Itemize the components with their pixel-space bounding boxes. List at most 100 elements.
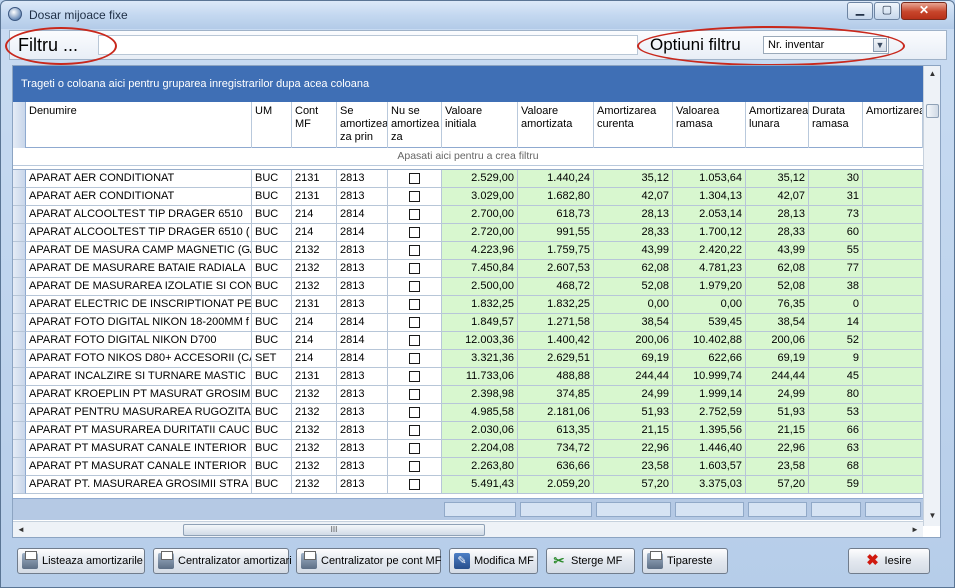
column-header-valoare-amortizata[interactable]: Valoare amortizata <box>518 102 594 148</box>
close-button[interactable]: ✕ <box>901 2 947 20</box>
scroll-left-icon[interactable]: ◄ <box>13 522 29 537</box>
modifica-label: Modifica MF <box>474 555 534 567</box>
table-row[interactable]: APARAT PT MASURAT CANALE INTERIOR BUC 2132… <box>13 440 923 458</box>
header-indicator[interactable] <box>13 102 26 148</box>
row-indicator[interactable] <box>13 206 26 224</box>
sterge-mf-button[interactable]: ✂ Sterge MF <box>546 548 635 574</box>
filter-row[interactable]: Apasati aici pentru a crea filtru <box>13 148 923 166</box>
row-indicator[interactable] <box>13 350 26 368</box>
filter-options-select[interactable]: Nr. inventar ▼ <box>763 36 889 54</box>
cell-amortizarea-more <box>863 440 923 458</box>
row-indicator[interactable] <box>13 296 26 314</box>
row-indicator[interactable] <box>13 224 26 242</box>
row-indicator[interactable] <box>13 422 26 440</box>
nu-se-amortizeaza-checkbox[interactable] <box>409 263 420 274</box>
row-indicator[interactable] <box>13 368 26 386</box>
cell-um: BUC <box>252 188 292 206</box>
table-row[interactable]: APARAT PT. MASURAREA GROSIMII STRA BUC 213… <box>13 476 923 494</box>
minimize-button[interactable]: ▁ <box>847 2 873 20</box>
table-row[interactable]: APARAT DE MASURARE BATAIE RADIALA BUC 2132… <box>13 260 923 278</box>
nu-se-amortizeaza-checkbox[interactable] <box>409 281 420 292</box>
table-row[interactable]: APARAT PENTRU MASURAREA RUGOZITA BUC 2132 2… <box>13 404 923 422</box>
row-indicator[interactable] <box>13 404 26 422</box>
listeaza-amortizarile-button[interactable]: Listeaza amortizarile <box>17 548 145 574</box>
row-indicator[interactable] <box>13 476 26 494</box>
row-indicator[interactable] <box>13 386 26 404</box>
vertical-scrollbar[interactable]: ▲ ▼ <box>923 66 940 526</box>
scroll-right-icon[interactable]: ► <box>907 522 923 537</box>
scroll-down-icon[interactable]: ▼ <box>924 508 940 524</box>
nu-se-amortizeaza-checkbox[interactable] <box>409 443 420 454</box>
table-row[interactable]: APARAT ELECTRIC DE INSCRIPTIONAT PE BUC 21… <box>13 296 923 314</box>
nu-se-amortizeaza-checkbox[interactable] <box>409 227 420 238</box>
cell-nu-se-amortizeaza <box>388 422 442 440</box>
table-row[interactable]: APARAT DE MASURAREA IZOLATIE SI CON BUC 21… <box>13 278 923 296</box>
table-row[interactable]: APARAT FOTO DIGITAL NIKON D700 BUC 214 2814… <box>13 332 923 350</box>
table-row[interactable]: APARAT FOTO DIGITAL NIKON 18-200MM f BUC 2… <box>13 314 923 332</box>
column-header-nu-se-amortizeaza[interactable]: Nu se amortizea za <box>388 102 442 148</box>
horizontal-scroll-thumb[interactable]: III <box>183 524 485 536</box>
nu-se-amortizeaza-checkbox[interactable] <box>409 479 420 490</box>
cell-valoare-amortizata: 488,88 <box>518 368 594 386</box>
iesire-button[interactable]: ✖ Iesire <box>848 548 930 574</box>
scroll-up-icon[interactable]: ▲ <box>924 66 940 82</box>
chevron-down-icon[interactable]: ▼ <box>873 38 887 52</box>
column-header-valoarea-ramasa[interactable]: Valoarea ramasa <box>673 102 746 148</box>
cell-valoarea-ramasa: 10.402,88 <box>673 332 746 350</box>
modifica-mf-button[interactable]: ✎ Modifica MF <box>449 548 538 574</box>
table-row[interactable]: APARAT AER CONDITIONAT BUC 2131 2813 2.529,0… <box>13 170 923 188</box>
table-row[interactable]: APARAT PT MASURAREA DURITATII CAUC BUC 213… <box>13 422 923 440</box>
centralizator-amortizari-button[interactable]: Centralizator amortizari <box>153 548 292 574</box>
nu-se-amortizeaza-checkbox[interactable] <box>409 209 420 220</box>
nu-se-amortizeaza-checkbox[interactable] <box>409 407 420 418</box>
horizontal-scrollbar[interactable]: ◄ III ► <box>13 521 923 537</box>
column-header-se-amortizeaza[interactable]: Se amortizea za prin ... <box>337 102 388 148</box>
maximize-button[interactable]: ▢ <box>874 2 900 20</box>
row-indicator[interactable] <box>13 170 26 188</box>
nu-se-amortizeaza-checkbox[interactable] <box>409 299 420 310</box>
nu-se-amortizeaza-checkbox[interactable] <box>409 425 420 436</box>
row-indicator[interactable] <box>13 278 26 296</box>
table-row[interactable]: APARAT ALCOOLTEST TIP DRAGER 6510 (BUC 21… <box>13 224 923 242</box>
row-indicator[interactable] <box>13 188 26 206</box>
cell-cont-mf: 2132 <box>292 476 337 494</box>
row-indicator[interactable] <box>13 458 26 476</box>
nu-se-amortizeaza-checkbox[interactable] <box>409 461 420 472</box>
column-header-denumire[interactable]: Denumire <box>26 102 252 148</box>
table-row[interactable]: APARAT FOTO NIKOS D80+ ACCESORII (CA SET 2… <box>13 350 923 368</box>
tipareste-button[interactable]: Tipareste <box>642 548 728 574</box>
centralizator-cont-button[interactable]: Centralizator pe cont MF <box>296 548 441 574</box>
nu-se-amortizeaza-checkbox[interactable] <box>409 317 420 328</box>
nu-se-amortizeaza-checkbox[interactable] <box>409 371 420 382</box>
column-header-durata-ramasa[interactable]: Durata ramasa <box>809 102 863 148</box>
nu-se-amortizeaza-checkbox[interactable] <box>409 173 420 184</box>
row-indicator[interactable] <box>13 332 26 350</box>
column-header-amortizarea-curenta[interactable]: Amortizarea curenta <box>594 102 673 148</box>
nu-se-amortizeaza-checkbox[interactable] <box>409 191 420 202</box>
table-row[interactable]: APARAT INCALZIRE SI TURNARE MASTIC BUC 213… <box>13 368 923 386</box>
column-header-amortizarea-lunara[interactable]: Amortizarea lunara <box>746 102 809 148</box>
table-row[interactable]: APARAT KROEPLIN PT MASURAT GROSIM BUC 2132… <box>13 386 923 404</box>
nu-se-amortizeaza-checkbox[interactable] <box>409 335 420 346</box>
row-indicator[interactable] <box>13 440 26 458</box>
table-row[interactable]: APARAT ALCOOLTEST TIP DRAGER 6510 BUC 214 2… <box>13 206 923 224</box>
cell-valoare-initiala: 1.849,57 <box>442 314 518 332</box>
table-row[interactable]: APARAT AER CONDITIONAT BUC 2131 2813 3.029,0… <box>13 188 923 206</box>
row-indicator[interactable] <box>13 314 26 332</box>
vertical-scroll-thumb[interactable] <box>926 104 939 118</box>
column-header-cont-mf[interactable]: Cont MF <box>292 102 337 148</box>
nu-se-amortizeaza-checkbox[interactable] <box>409 245 420 256</box>
nu-se-amortizeaza-checkbox[interactable] <box>409 353 420 364</box>
filter-input[interactable] <box>98 35 638 55</box>
group-by-panel[interactable]: Trageti o coloana aici pentru gruparea i… <box>13 66 923 102</box>
nu-se-amortizeaza-checkbox[interactable] <box>409 389 420 400</box>
title-bar: Dosar mijoace fixe ▁ ▢ ✕ <box>1 1 954 29</box>
row-indicator[interactable] <box>13 260 26 278</box>
table-row[interactable]: APARAT PT MASURAT CANALE INTERIOR BUC 2132… <box>13 458 923 476</box>
table-row[interactable]: APARAT DE MASURA CAMP MAGNETIC (GA BUC 213… <box>13 242 923 260</box>
column-header-um[interactable]: UM <box>252 102 292 148</box>
column-header-amortizarea-more[interactable]: Amortizarea <box>863 102 923 148</box>
column-header-valoare-initiala[interactable]: Valoare initiala <box>442 102 518 148</box>
cell-nu-se-amortizeaza <box>388 350 442 368</box>
row-indicator[interactable] <box>13 242 26 260</box>
